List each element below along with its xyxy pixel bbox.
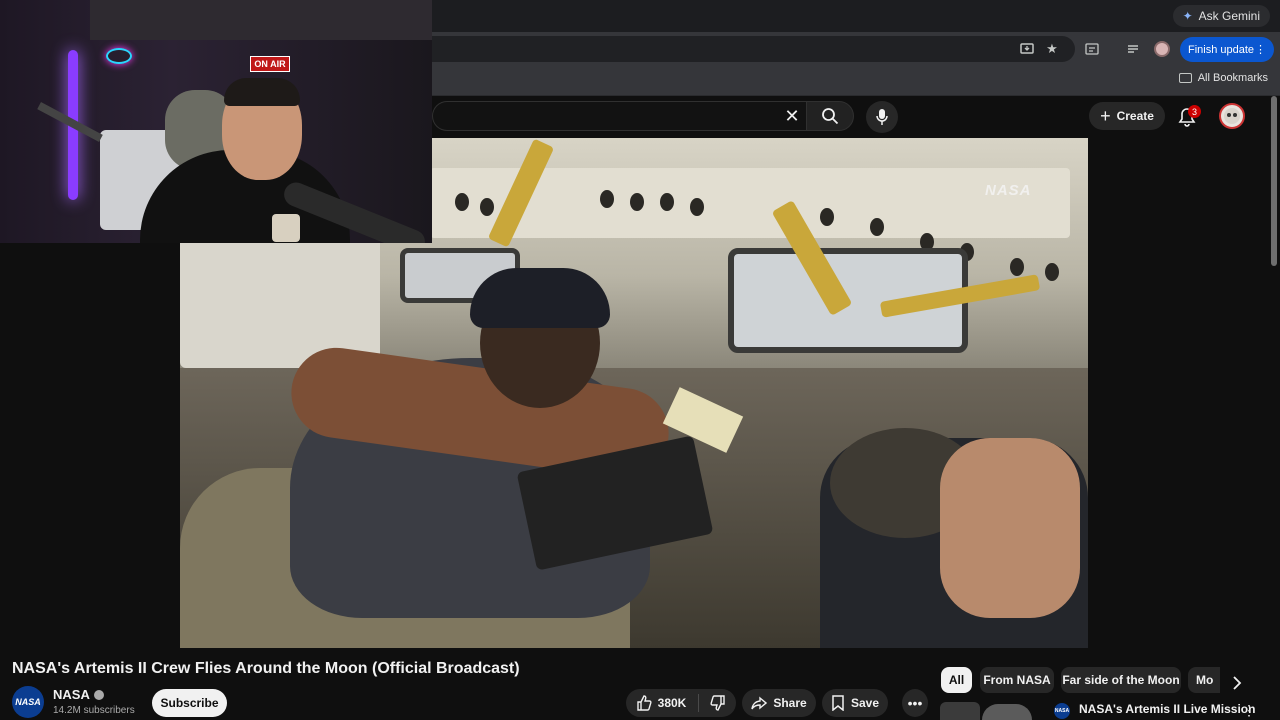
voice-search-button[interactable] [866, 101, 898, 133]
video-frame-detail [455, 193, 469, 211]
related-filter-chips: All From NASA Far side of the Moon Mo [940, 667, 1220, 693]
streamer-hair [224, 78, 300, 106]
chip-from-nasa[interactable]: From NASA [980, 667, 1054, 693]
bookmark-star-icon[interactable]: ★ [1043, 40, 1061, 58]
channel-name-link[interactable]: NASA [53, 687, 104, 702]
channel-name: NASA [53, 687, 90, 702]
verified-badge-icon [93, 689, 104, 700]
video-frame-detail [1045, 263, 1059, 281]
on-air-sign: ON AIR [250, 56, 290, 72]
like-divider [698, 694, 699, 712]
all-bookmarks-label: All Bookmarks [1197, 72, 1268, 84]
clear-search-icon[interactable]: ✕ [782, 106, 802, 126]
chip-all[interactable]: All [941, 667, 972, 693]
search-input[interactable] [432, 101, 807, 131]
dislike-button[interactable] [700, 689, 736, 717]
share-arrow-icon [751, 696, 768, 710]
all-bookmarks-button[interactable]: All Bookmarks [1178, 72, 1268, 84]
ask-gemini-label: Ask Gemini [1198, 9, 1260, 23]
subscriber-count: 14.2M subscribers [53, 705, 135, 716]
channel-avatar[interactable]: NASA [12, 686, 44, 718]
video-frame-detail [600, 190, 614, 208]
finish-update-label: Finish update [1188, 43, 1255, 56]
video-frame-astronaut [470, 268, 610, 328]
more-actions-button[interactable]: ••• [902, 689, 928, 717]
install-app-icon[interactable] [1018, 40, 1036, 58]
reading-mode-icon[interactable] [1083, 40, 1101, 58]
chip-more-truncated[interactable]: Mo [1188, 667, 1220, 693]
chip-far-side-of-the-moon[interactable]: Far side of the Moon [1061, 667, 1181, 693]
nasa-watermark: NASA [985, 182, 1032, 199]
chip-label: Far side of the Moon [1062, 673, 1180, 687]
video-frame-detail [870, 218, 884, 236]
share-label: Share [773, 696, 807, 710]
user-avatar[interactable] [1219, 103, 1245, 129]
ufo-neon-sign [106, 48, 132, 64]
tab-search-icon[interactable] [1124, 40, 1142, 58]
kebab-menu-icon: ⋮ [1255, 44, 1266, 56]
chip-label: All [948, 673, 965, 687]
page-scrollbar[interactable] [1271, 96, 1277, 266]
finish-update-button[interactable]: Finish update ⋮ [1180, 37, 1274, 62]
thumbs-down-icon [710, 695, 725, 711]
video-title: NASA's Artemis II Crew Flies Around the … [12, 660, 520, 677]
recommendation-thumbnail[interactable] [940, 702, 980, 720]
chips-next-button[interactable] [1228, 673, 1246, 693]
video-frame-detail [820, 208, 834, 226]
recommendation-thumbnail-moon[interactable] [982, 704, 1032, 720]
bookmark-icon [832, 695, 844, 711]
like-button[interactable]: 380K [626, 689, 696, 717]
notification-count-badge: 3 [1188, 105, 1201, 118]
chip-label: From NASA [983, 673, 1051, 687]
save-button[interactable]: Save [822, 689, 888, 717]
like-count: 380K [657, 696, 687, 710]
thumbs-up-icon [636, 695, 652, 711]
webcam-overlay: ON AIR [0, 0, 432, 243]
chevron-right-icon [1233, 676, 1242, 690]
recommendation-title[interactable]: NASA's Artemis II Live Mission [1079, 702, 1255, 716]
video-frame-astronaut [940, 438, 1080, 618]
create-button[interactable]: + Create [1089, 102, 1165, 130]
video-frame-detail [660, 193, 674, 211]
search-icon [822, 108, 839, 125]
recommendation-channel-avatar[interactable]: NASA [1054, 703, 1070, 719]
video-frame-detail [690, 198, 704, 216]
folder-icon [1178, 73, 1192, 83]
more-horizontal-icon: ••• [907, 695, 923, 711]
microphone-icon [876, 109, 888, 125]
subscribe-button[interactable]: Subscribe [152, 689, 227, 717]
save-label: Save [850, 696, 880, 710]
screen: ✦ Ask Gemini ★ Finish update ⋮ All Bookm… [0, 0, 1280, 720]
video-frame-detail [1010, 258, 1024, 276]
chip-label: Mo [1196, 673, 1214, 687]
shirt-logo [272, 214, 300, 242]
webcam-ceiling [90, 0, 432, 40]
recommendation-menu-icon[interactable]: ⋮ [1242, 702, 1256, 718]
share-button[interactable]: Share [742, 689, 816, 717]
search-button[interactable] [806, 101, 854, 131]
create-label: Create [1116, 109, 1154, 123]
video-frame-detail [480, 198, 494, 216]
browser-profile-avatar[interactable] [1154, 41, 1170, 57]
ask-gemini-button[interactable]: ✦ Ask Gemini [1172, 5, 1270, 27]
gemini-sparkle-icon: ✦ [1182, 9, 1193, 23]
video-frame-detail [630, 193, 644, 211]
plus-icon: + [1100, 105, 1111, 126]
